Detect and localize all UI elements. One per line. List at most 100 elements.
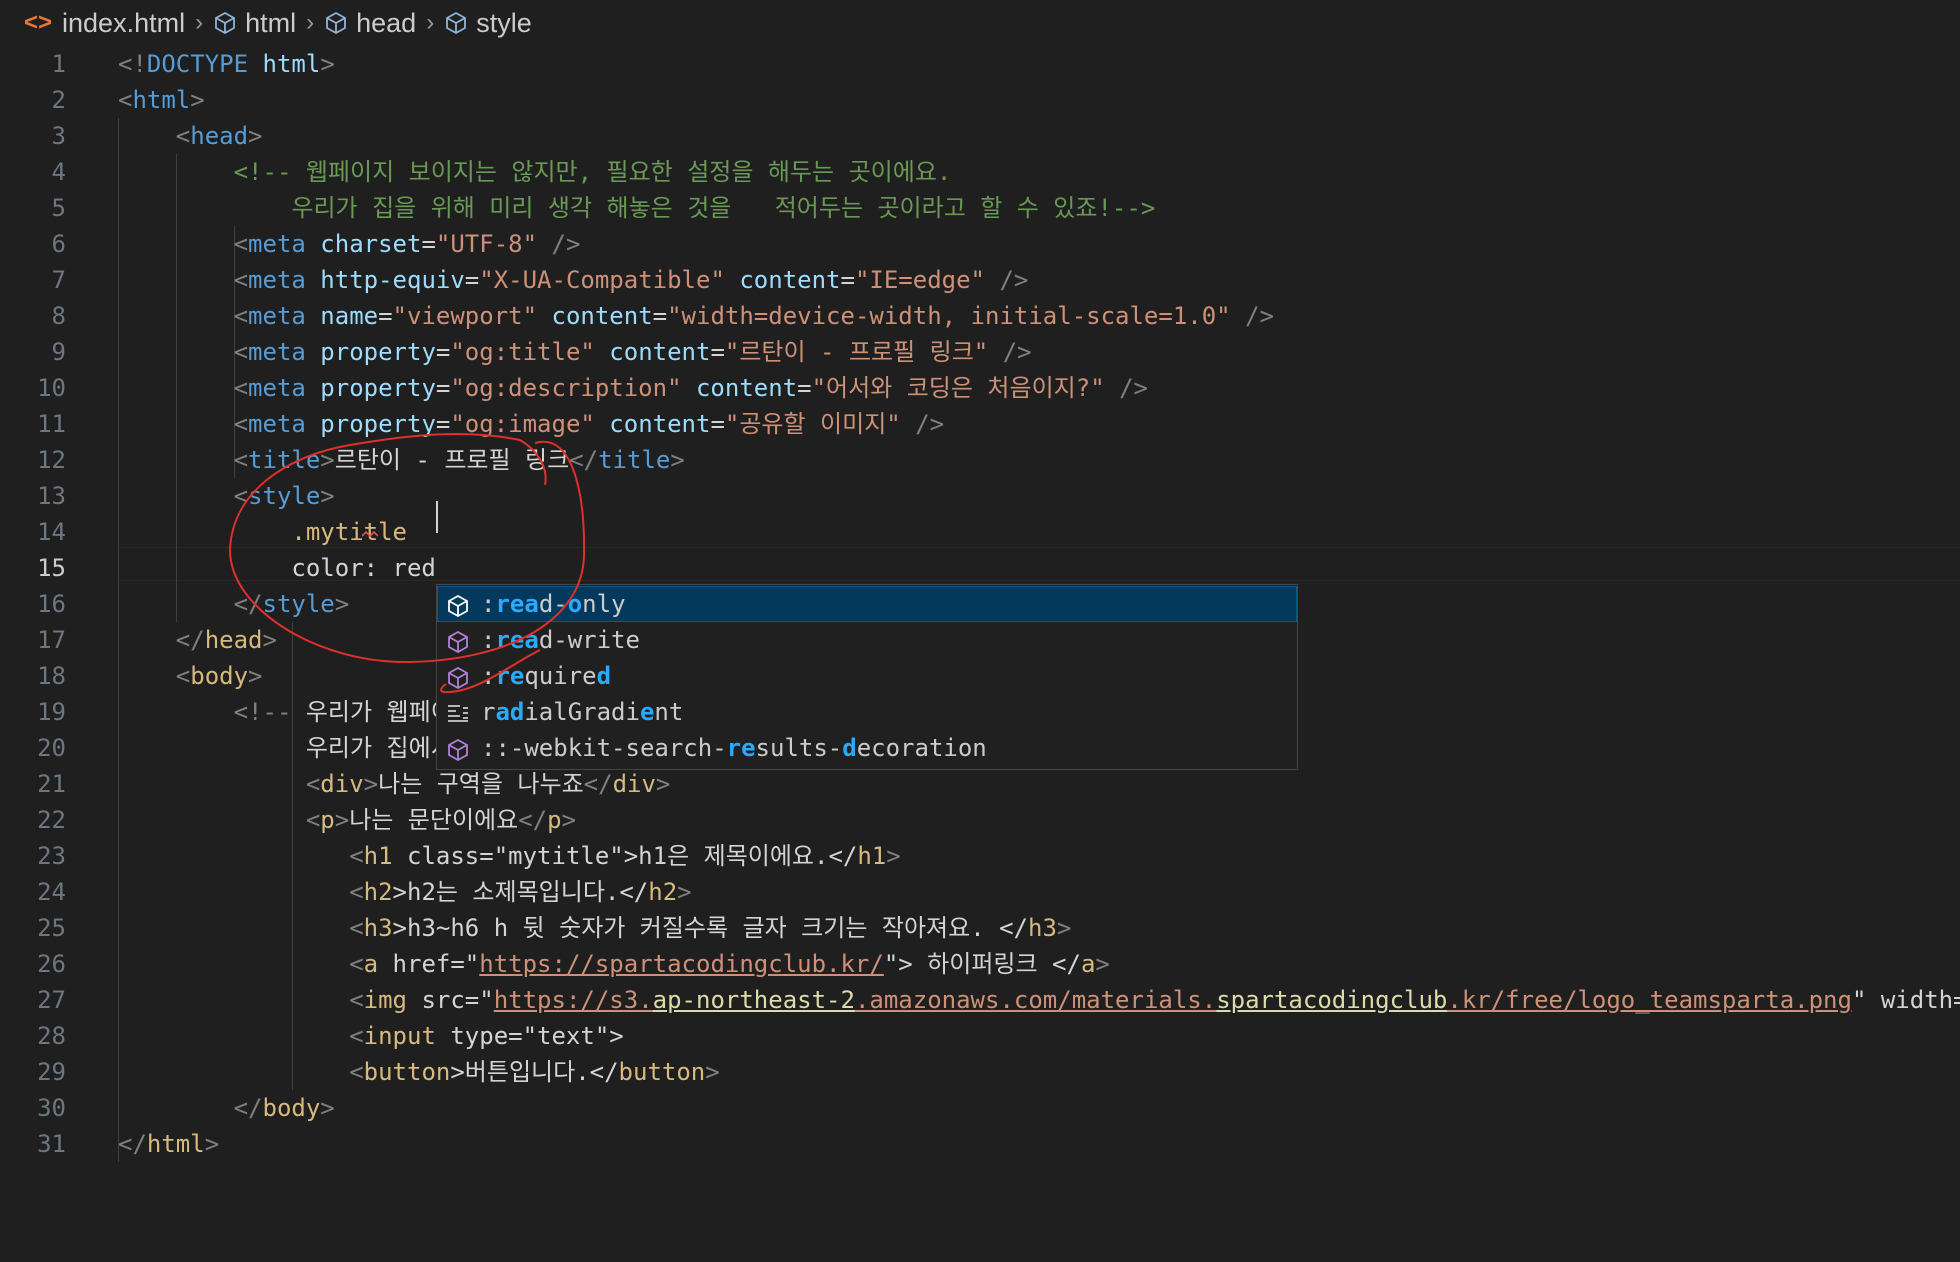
- line-code[interactable]: <style>: [118, 478, 335, 514]
- line-code[interactable]: <meta name="viewport" content="width=dev…: [118, 298, 1274, 334]
- suggest-item-label: d-write: [538, 626, 640, 654]
- line-number: 25: [37, 914, 66, 942]
- line-code[interactable]: <a href="https://spartacodingclub.kr/"> …: [118, 946, 1110, 982]
- code-token: />: [1002, 338, 1032, 366]
- code-token: html: [132, 86, 191, 114]
- line-code[interactable]: <p>나는 문단이에요</p>: [118, 802, 576, 838]
- line-code[interactable]: <input type="text">: [118, 1018, 624, 1054]
- code-line[interactable]: 22 <p>나는 문단이에요</p>: [0, 802, 1960, 838]
- code-line[interactable]: 13 <style>: [0, 478, 1960, 514]
- code-line[interactable]: 26 <a href="https://spartacodingclub.kr/…: [0, 946, 1960, 982]
- line-code[interactable]: <title>르탄이 - 프로필 링크</title>: [118, 442, 685, 478]
- suggest-item[interactable]: :read-write: [437, 622, 1297, 658]
- chevron-right-icon: ›: [195, 9, 204, 36]
- code-token: <!--: [233, 698, 306, 726]
- line-code[interactable]: <!DOCTYPE html>: [118, 46, 335, 82]
- breadcrumb-item-head[interactable]: head: [324, 8, 416, 39]
- code-line[interactable]: 5 우리가 집을 위해 미리 생각 해놓은 것을 적어두는 곳이라고 할 수 있…: [0, 190, 1960, 226]
- code-token: h3: [1028, 914, 1057, 942]
- breadcrumb-file[interactable]: <> index.html: [24, 8, 185, 39]
- suggest-item[interactable]: radialGradient: [437, 694, 1297, 730]
- code-line[interactable]: 7 <meta http-equiv="X-UA-Compatible" con…: [0, 262, 1960, 298]
- line-code[interactable]: <body>: [118, 658, 263, 694]
- code-token: 나는 구역을 나누죠: [378, 770, 584, 798]
- code-token: content: [609, 410, 711, 438]
- line-code[interactable]: <h2>h2는 소제목입니다.</h2>: [118, 874, 691, 910]
- line-code[interactable]: <meta property="og:title" content="르탄이 -…: [118, 334, 1032, 370]
- code-line[interactable]: 10 <meta property="og:description" conte…: [0, 370, 1960, 406]
- code-line[interactable]: 8 <meta name="viewport" content="width=d…: [0, 298, 1960, 334]
- suggest-item[interactable]: ::-webkit-search-results-decoration: [437, 730, 1297, 766]
- line-code[interactable]: <img src="https://s3.ap-northeast-2.amaz…: [118, 982, 1960, 1018]
- code-line[interactable]: 25 <h3>h3~h6 h 뒷 숫자가 커질수록 글자 크기는 작아져요. <…: [0, 910, 1960, 946]
- code-token: button: [618, 1058, 706, 1086]
- line-code[interactable]: <meta charset="UTF-8" />: [118, 226, 581, 262]
- line-code[interactable]: 우리가 집을 위해 미리 생각 해놓은 것을 적어두는 곳이라고 할 수 있죠!…: [118, 190, 1155, 226]
- code-line[interactable]: 14 .mytitle: [0, 514, 1960, 550]
- code-token: p: [547, 806, 562, 834]
- code-line[interactable]: 27 <img src="https://s3.ap-northeast-2.a…: [0, 982, 1960, 1018]
- line-code[interactable]: <h1 class="mytitle">h1은 제목이에요.</h1>: [118, 838, 901, 874]
- code-line[interactable]: 12 <title>르탄이 - 프로필 링크</title>: [0, 442, 1960, 478]
- code-token: <: [233, 302, 249, 330]
- suggest-item[interactable]: :read-only: [437, 586, 1297, 622]
- code-token: =: [435, 338, 451, 366]
- code-token: </: [518, 806, 548, 834]
- line-code[interactable]: </html>: [118, 1126, 219, 1162]
- line-code[interactable]: <meta property="og:description" content=…: [118, 370, 1148, 406]
- code-line[interactable]: 30 </body>: [0, 1090, 1960, 1126]
- code-line[interactable]: 23 <h1 class="mytitle">h1은 제목이에요.</h1>: [0, 838, 1960, 874]
- code-token: />: [915, 410, 945, 438]
- line-code[interactable]: <meta http-equiv="X-UA-Compatible" conte…: [118, 262, 1029, 298]
- code-token: <: [349, 842, 364, 870]
- code-line[interactable]: 3 <head>: [0, 118, 1960, 154]
- code-line[interactable]: 6 <meta charset="UTF-8" />: [0, 226, 1960, 262]
- code-line[interactable]: 24 <h2>h2는 소제목입니다.</h2>: [0, 874, 1960, 910]
- code-line[interactable]: 2 <html>: [0, 82, 1960, 118]
- code-token: >: [190, 86, 205, 114]
- line-code[interactable]: color: red: [118, 550, 436, 586]
- code-token: <: [349, 878, 364, 906]
- code-line[interactable]: 1 <!DOCTYPE html>: [0, 46, 1960, 82]
- line-code[interactable]: </head>: [118, 622, 277, 658]
- line-code[interactable]: </body>: [118, 1090, 335, 1126]
- line-number: 28: [37, 1022, 66, 1050]
- code-token: meta: [248, 410, 306, 438]
- autocomplete-suggest-widget[interactable]: :read-only:read-write:required radialGrad…: [436, 584, 1298, 770]
- code-token: "viewport": [392, 302, 538, 330]
- line-code[interactable]: <meta property="og:image" content="공유할 이…: [118, 406, 945, 442]
- line-code[interactable]: <button>버튼입니다.</button>: [118, 1054, 720, 1090]
- line-code[interactable]: <head>: [118, 118, 263, 154]
- code-token: =: [378, 302, 393, 330]
- line-code[interactable]: <html>: [118, 82, 205, 118]
- breadcrumb-item-html[interactable]: html: [213, 8, 296, 39]
- code-line[interactable]: 21 <div>나는 구역을 나누죠</div>: [0, 766, 1960, 802]
- code-line[interactable]: 9 <meta property="og:title" content="르탄이…: [0, 334, 1960, 370]
- code-token: name: [320, 302, 379, 330]
- code-line[interactable]: 4 <!-- 웹페이지 보이지는 않지만, 필요한 설정을 해두는 곳이에요.: [0, 154, 1960, 190]
- code-line[interactable]: 31 </html>: [0, 1126, 1960, 1162]
- line-code[interactable]: <!-- 웹페이지 보이지는 않지만, 필요한 설정을 해두는 곳이에요.: [118, 154, 952, 190]
- code-token: style: [262, 590, 335, 618]
- code-line[interactable]: 29 <button>버튼입니다.</button>: [0, 1054, 1960, 1090]
- line-code[interactable]: <div>나는 구역을 나누죠</div>: [118, 766, 671, 802]
- code-token: div: [320, 770, 364, 798]
- code-token: h3: [363, 914, 393, 942]
- code-token: spartacodingclub: [1216, 986, 1448, 1014]
- breadcrumb-item-style[interactable]: style: [444, 8, 532, 39]
- line-code[interactable]: </style>: [118, 586, 350, 622]
- code-line[interactable]: 15 color: red: [0, 550, 1960, 586]
- line-code[interactable]: <h3>h3~h6 h 뒷 숫자가 커질수록 글자 크기는 작아져요. </h3…: [118, 910, 1071, 946]
- code-line[interactable]: 11 <meta property="og:image" content="공유…: [0, 406, 1960, 442]
- code-token: >: [248, 662, 263, 690]
- suggest-item[interactable]: :required: [437, 658, 1297, 694]
- code-line[interactable]: 28 <input type="text">: [0, 1018, 1960, 1054]
- code-token: charset: [320, 230, 422, 258]
